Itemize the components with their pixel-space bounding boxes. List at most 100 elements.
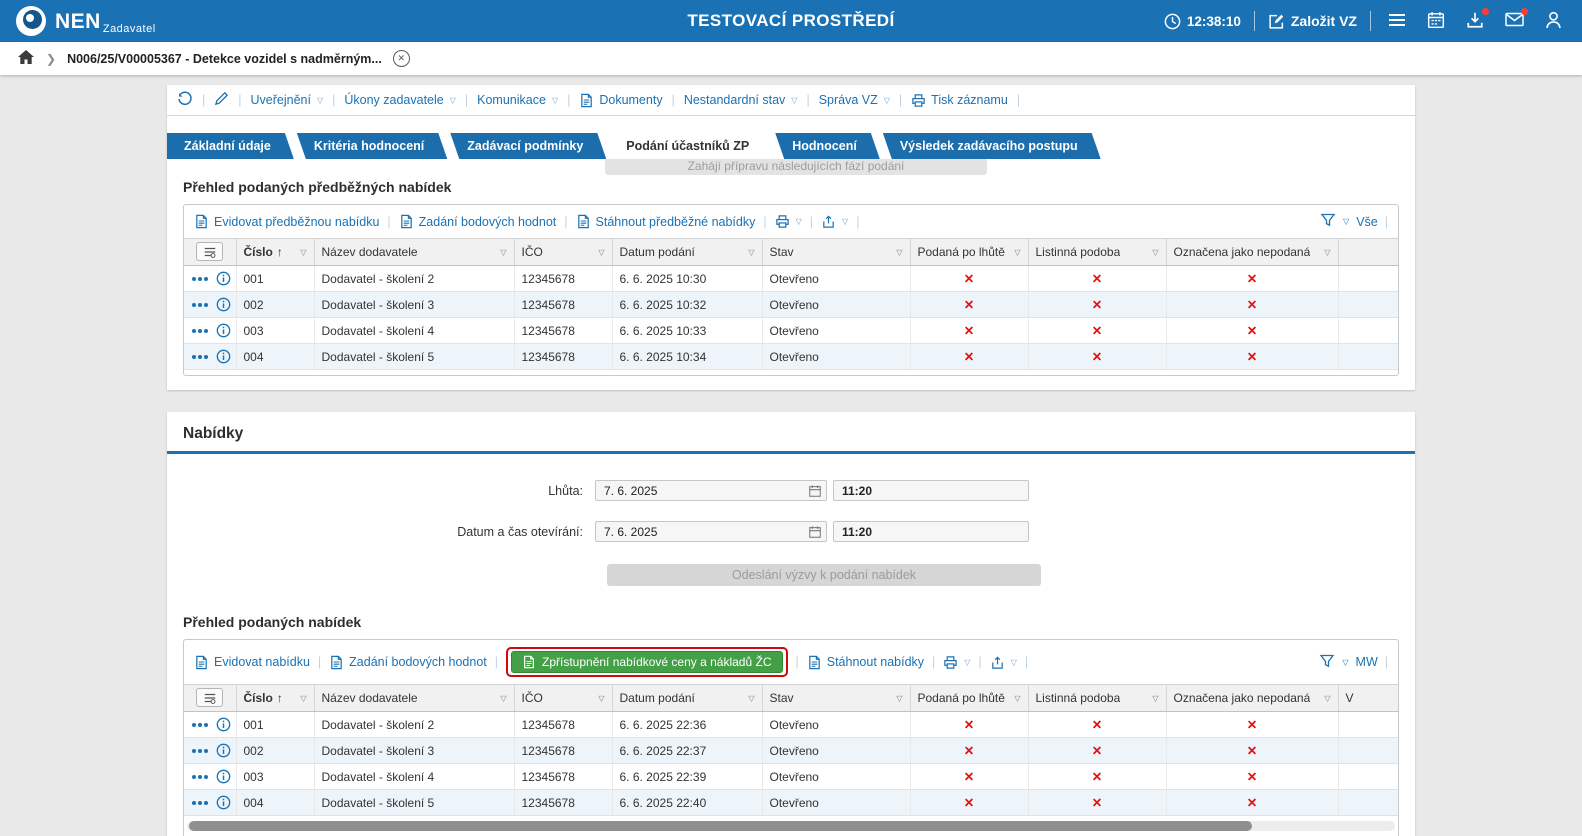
history-back-button[interactable] <box>177 91 193 110</box>
downloads-button[interactable] <box>1462 8 1488 34</box>
filter-caret-icon[interactable]: ▽ <box>748 694 754 703</box>
toolbar-item-nestandardni-stav[interactable]: Nestandardní stav▽ <box>684 93 798 107</box>
home-button[interactable] <box>17 49 35 68</box>
print-button[interactable]: ▽ <box>775 214 802 229</box>
filter-button[interactable] <box>1320 212 1336 231</box>
column-header-listinna-podoba[interactable]: Listinná podoba▽ <box>1028 685 1166 712</box>
action-stahnout-nabidky[interactable]: Stáhnout nabídky <box>807 655 924 670</box>
view-selector[interactable]: MW <box>1356 655 1378 669</box>
row-menu-icon[interactable] <box>192 749 208 753</box>
filter-caret-icon[interactable]: ▽ <box>896 248 902 257</box>
view-caret-icon[interactable]: ▽ <box>1343 217 1349 226</box>
row-menu-icon[interactable] <box>192 355 208 359</box>
toolbar-item-ukony-zadavatele[interactable]: Úkony zadavatele▽ <box>344 93 456 107</box>
filter-caret-icon[interactable]: ▽ <box>300 694 306 703</box>
column-header-listinna-podoba[interactable]: Listinná podoba▽ <box>1028 239 1166 266</box>
info-icon[interactable] <box>216 795 231 810</box>
calendar-icon[interactable] <box>808 484 822 498</box>
scrollbar-thumb[interactable] <box>189 821 1252 831</box>
column-header-podana-po-lhute[interactable]: Podaná po lhůtě▽ <box>910 685 1028 712</box>
action-evidovat-predbeznou-nabidku[interactable]: Evidovat předběžnou nabídku <box>194 214 379 229</box>
info-icon[interactable] <box>216 743 231 758</box>
print-button[interactable]: ▽ <box>943 655 970 670</box>
row-menu-icon[interactable] <box>192 277 208 281</box>
column-header-nazev-dodavatele[interactable]: Název dodavatele▽ <box>314 685 514 712</box>
action-zadani-bodovych-hodnot[interactable]: Zadání bodových hodnot <box>399 214 557 229</box>
column-header-nazev-dodavatele[interactable]: Název dodavatele▽ <box>314 239 514 266</box>
table-row[interactable]: 004Dodavatel - školení 5123456786. 6. 20… <box>184 790 1398 816</box>
filter-caret-icon[interactable]: ▽ <box>500 248 506 257</box>
filter-caret-icon[interactable]: ▽ <box>1152 248 1158 257</box>
filter-caret-icon[interactable]: ▽ <box>1014 248 1020 257</box>
table-row[interactable]: 001Dodavatel - školení 2123456786. 6. 20… <box>184 712 1398 738</box>
filter-caret-icon[interactable]: ▽ <box>300 248 306 257</box>
column-header-datum-podani[interactable]: Datum podání▽ <box>612 239 762 266</box>
export-button[interactable]: ▽ <box>821 214 848 229</box>
filter-caret-icon[interactable]: ▽ <box>1014 694 1020 703</box>
view-selector[interactable]: Vše <box>1356 215 1378 229</box>
toolbar-item-uverejneni[interactable]: Uveřejnění▽ <box>251 93 324 107</box>
row-menu-icon[interactable] <box>192 775 208 779</box>
info-icon[interactable] <box>216 349 231 364</box>
action-zpristupneni-nabidkove-ceny-a-nakladu-zc[interactable]: Zpřístupnění nabídkové ceny a nákladů ŽC <box>511 651 782 673</box>
calendar-icon[interactable] <box>808 525 822 539</box>
toolbar-item-komunikace[interactable]: Komunikace▽ <box>477 93 558 107</box>
column-header-cislo[interactable]: Číslo↑▽ <box>236 685 314 712</box>
column-header-stav[interactable]: Stav▽ <box>762 685 910 712</box>
tab-vysledek-zadavaciho-postupu[interactable]: Výsledek zadávacího postupu <box>883 133 1101 159</box>
row-menu-icon[interactable] <box>192 303 208 307</box>
start-next-phase-button-disabled[interactable]: Zahájí přípravu následujících fází podán… <box>605 159 987 175</box>
table-row[interactable]: 003Dodavatel - školení 4123456786. 6. 20… <box>184 764 1398 790</box>
tab-podani-ucastniku-zp[interactable]: Podání účastníků ZP <box>609 133 772 159</box>
column-header-ico[interactable]: IČO▽ <box>514 685 612 712</box>
column-header-oznacena-jako-nepodana[interactable]: Označena jako nepodaná▽ <box>1166 239 1338 266</box>
table-row[interactable]: 003Dodavatel - školení 4123456786. 6. 20… <box>184 318 1398 344</box>
filter-caret-icon[interactable]: ▽ <box>1324 248 1330 257</box>
info-icon[interactable] <box>216 717 231 732</box>
horizontal-scrollbar[interactable] <box>187 821 1395 831</box>
info-icon[interactable] <box>216 297 231 312</box>
action-stahnout-predbezne-nabidky[interactable]: Stáhnout předběžné nabídky <box>576 214 756 229</box>
table-row[interactable]: 004Dodavatel - školení 5123456786. 6. 20… <box>184 344 1398 370</box>
deadline-date-field[interactable]: 7. 6. 2025 <box>595 480 827 501</box>
export-button[interactable]: ▽ <box>990 655 1017 670</box>
info-icon[interactable] <box>216 271 231 286</box>
column-header-cislo[interactable]: Číslo↑▽ <box>236 239 314 266</box>
info-icon[interactable] <box>216 323 231 338</box>
row-menu-icon[interactable] <box>192 329 208 333</box>
filter-caret-icon[interactable]: ▽ <box>500 694 506 703</box>
messages-button[interactable] <box>1501 8 1527 34</box>
toolbar-item-sprava-vz[interactable]: Správa VZ▽ <box>819 93 890 107</box>
edit-record-button[interactable] <box>214 91 229 109</box>
column-header-stav[interactable]: Stav▽ <box>762 239 910 266</box>
row-menu-icon[interactable] <box>192 801 208 805</box>
opening-time-field[interactable]: 11:20 <box>833 521 1029 542</box>
column-header-datum-podani[interactable]: Datum podání▽ <box>612 685 762 712</box>
view-caret-icon[interactable]: ▽ <box>1342 658 1348 667</box>
filter-caret-icon[interactable]: ▽ <box>1324 694 1330 703</box>
breadcrumb-record[interactable]: N006/25/V00005367 - Detekce vozidel s na… <box>67 52 382 66</box>
filter-caret-icon[interactable]: ▽ <box>598 694 604 703</box>
info-icon[interactable] <box>216 769 231 784</box>
nen-logo[interactable]: NEN Zadavatel <box>16 6 156 36</box>
profile-button[interactable] <box>1540 8 1566 34</box>
filter-caret-icon[interactable]: ▽ <box>1152 694 1158 703</box>
create-vz-button[interactable]: Založit VZ <box>1268 13 1357 30</box>
column-settings-icon[interactable] <box>196 242 223 261</box>
table-row[interactable]: 001Dodavatel - školení 2123456786. 6. 20… <box>184 266 1398 292</box>
toolbar-item-tisk-zaznamu[interactable]: Tisk záznamu <box>911 93 1008 108</box>
tab-zadavaci-podminky[interactable]: Zadávací podmínky <box>450 133 606 159</box>
column-header-podana-po-lhute[interactable]: Podaná po lhůtě▽ <box>910 239 1028 266</box>
send-invitation-button[interactable]: Odeslání výzvy k podání nabídek <box>607 564 1041 586</box>
deadline-time-field[interactable]: 11:20 <box>833 480 1029 501</box>
calendar-button[interactable] <box>1423 8 1449 34</box>
tab-hodnoceni[interactable]: Hodnocení <box>775 133 880 159</box>
column-header-ico[interactable]: IČO▽ <box>514 239 612 266</box>
opening-date-field[interactable]: 7. 6. 2025 <box>595 521 827 542</box>
row-menu-icon[interactable] <box>192 723 208 727</box>
filter-caret-icon[interactable]: ▽ <box>896 694 902 703</box>
table-row[interactable]: 002Dodavatel - školení 3123456786. 6. 20… <box>184 738 1398 764</box>
column-header-oznacena-jako-nepodana[interactable]: Označena jako nepodaná▽ <box>1166 685 1338 712</box>
toolbar-item-dokumenty[interactable]: Dokumenty <box>579 93 662 108</box>
menu-button[interactable] <box>1384 8 1410 34</box>
